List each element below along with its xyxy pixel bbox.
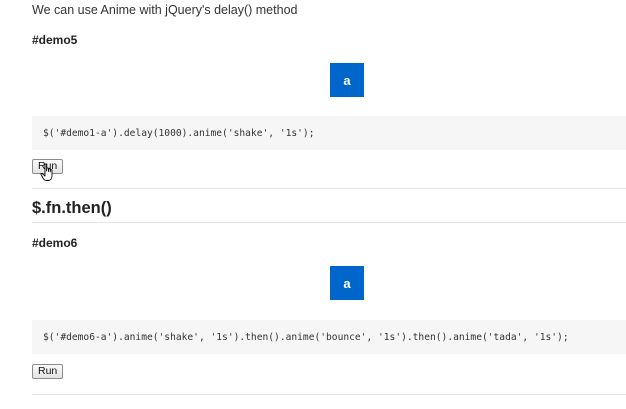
divider	[32, 394, 626, 395]
section-title: $.fn.then()	[32, 199, 112, 217]
demo5-code: $('#demo1-a').delay(1000).anime('shake',…	[43, 127, 315, 139]
demo6-code-block: $('#demo6-a').anime('shake', '1s').then(…	[32, 320, 626, 354]
demo5-run-button[interactable]: Run	[32, 159, 64, 174]
demo5-heading: #demo5	[32, 33, 78, 47]
demo5-code-block: $('#demo1-a').delay(1000).anime('shake',…	[32, 116, 626, 150]
divider	[32, 222, 626, 223]
intro-text: We can use Anime with jQuery's delay() m…	[32, 3, 298, 17]
demo6-animated-box: a	[330, 266, 364, 300]
demo6-run-button[interactable]: Run	[32, 364, 64, 379]
demo6-heading: #demo6	[32, 236, 78, 250]
demo5-animated-box: a	[330, 63, 364, 97]
divider	[32, 188, 626, 189]
page: We can use Anime with jQuery's delay() m…	[0, 0, 626, 409]
demo6-code: $('#demo6-a').anime('shake', '1s').then(…	[43, 331, 569, 343]
